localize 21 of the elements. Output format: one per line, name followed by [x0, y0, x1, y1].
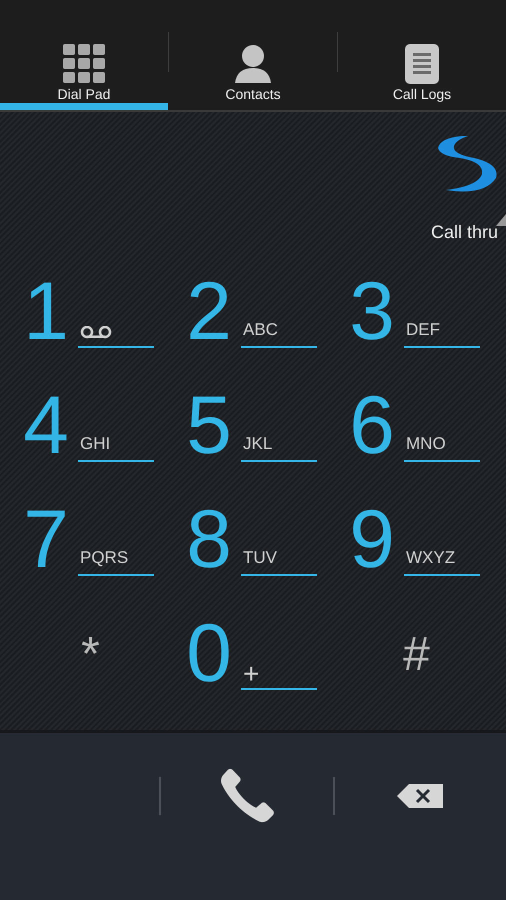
dial-key[interactable]: *	[18, 597, 181, 711]
account-label[interactable]: Call thru	[430, 222, 498, 243]
dial-key[interactable]: 7 PQRS	[18, 483, 181, 597]
tab[interactable]: Contacts	[169, 44, 337, 110]
corner-triangle-icon	[496, 214, 506, 226]
dial-key[interactable]: 2 ABC	[181, 255, 344, 369]
dial-key[interactable]: 6 MNO	[344, 369, 506, 483]
dial-key[interactable]: 1	[18, 255, 181, 369]
backspace-icon	[397, 784, 444, 808]
tab[interactable]: Call Logs	[338, 44, 506, 110]
dial-key[interactable]: 3 DEF	[344, 255, 506, 369]
dial-key[interactable]: 9 WXYZ	[344, 483, 506, 597]
dial-key[interactable]: #	[344, 597, 506, 711]
voicemail-icon	[80, 326, 112, 340]
grid-icon	[63, 44, 105, 84]
list-icon	[405, 44, 439, 84]
dial-key[interactable]: 5 JKL	[181, 369, 344, 483]
person-icon	[233, 44, 273, 84]
dial-key[interactable]: 8 TUV	[181, 483, 344, 597]
dial-key[interactable]: 4 GHI	[18, 369, 181, 483]
dial-key[interactable]: 0+	[181, 597, 344, 711]
